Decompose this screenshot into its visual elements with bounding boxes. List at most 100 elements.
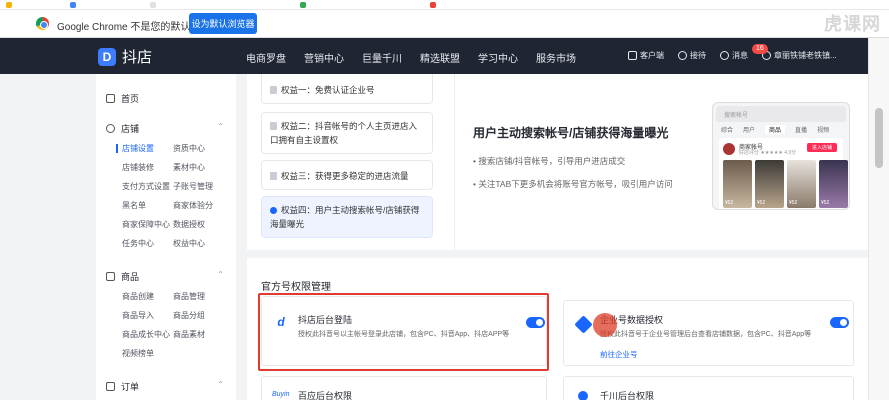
cursor-indicator — [593, 313, 617, 337]
product-price: ¥52 — [821, 200, 830, 206]
client-label: 客户端 — [640, 51, 664, 60]
default-browser-infobar: Google Chrome 不是您的默认浏览器 设为默认浏览器 — [0, 10, 889, 38]
sidebar-goods-label: 商品 — [121, 272, 140, 282]
product-image: ¥52 — [787, 160, 816, 208]
phone-tabs: 综合 用户 商品 直播 视频 — [713, 125, 849, 134]
product-images: ¥52 ¥52 ¥52 ¥52 — [723, 160, 848, 208]
go-enterprise-link[interactable]: 前往企业号 — [600, 349, 638, 360]
watermark-logo: 虎课网 — [824, 14, 881, 34]
buyin-logo-icon: Buyin — [272, 391, 290, 398]
nav-link-qianchuan[interactable]: 巨量千川 — [362, 50, 402, 65]
sidebar-item-goods-material[interactable]: 商品素材 — [173, 329, 205, 340]
feature-bullet: • 搜索店铺/抖音帐号，引导用户进店成交 — [473, 156, 626, 166]
phone-tab: 用户 — [743, 128, 756, 134]
sidebar-store-label: 店铺 — [121, 124, 140, 134]
sidebar-item-goods-create[interactable]: 商品创建 — [122, 291, 154, 302]
qianchuan-logo-icon — [578, 391, 588, 400]
phone-search-text: 搜索帐号 — [724, 113, 749, 119]
nav-link-compass[interactable]: 电商罗盘 — [246, 50, 286, 65]
nav-link-market[interactable]: 服务市场 — [536, 50, 576, 65]
phone-tab: 视频 — [817, 128, 830, 134]
shop-rating: 好店评分 ★★★★★ 4.9分 — [739, 150, 797, 156]
order-icon — [106, 382, 115, 391]
bookmark-icon[interactable] — [70, 2, 76, 8]
sidebar-goods[interactable]: 商品 — [106, 270, 139, 283]
account-name: 章丽铁铺老铁镇... — [774, 51, 837, 60]
user-icon — [270, 207, 277, 214]
sidebar-item-goods-group[interactable]: 商品分组 — [173, 310, 205, 321]
sidebar-item-tasks[interactable]: 任务中心 — [122, 238, 154, 249]
perm-desc: 授权此抖音号于企业号管理后台查看店铺数据，包含PC、抖音App等 — [600, 331, 812, 338]
feature-bullet: • 关注TAB下更多机会将账号官方帐号，吸引用户访问 — [473, 179, 673, 189]
bookmark-icon[interactable] — [150, 2, 156, 8]
sidebar-item-video-rank[interactable]: 视频榜单 — [122, 348, 154, 359]
nav-link-alliance[interactable]: 精选联盟 — [420, 50, 460, 65]
sidebar-item-goods-manage[interactable]: 商品管理 — [173, 291, 205, 302]
benefits-panel: 权益一：免费认证企业号 权益二：抖音帐号的个人主页进店入口拥有自主设置权 权益三… — [247, 74, 868, 250]
sidebar-item-decoration[interactable]: 店铺装修 — [122, 162, 154, 173]
sidebar-item-rights[interactable]: 权益中心 — [173, 238, 205, 249]
feature-title: 用户主动搜索帐号/店铺获得海量曝光 — [473, 126, 669, 140]
lock-icon — [270, 122, 277, 130]
messages[interactable]: 消息 — [720, 50, 748, 61]
benefit-label: 权益一：免费认证企业号 — [281, 85, 375, 95]
product-image: ¥52 — [819, 160, 848, 208]
sidebar-item-experience-score[interactable]: 商家体验分 — [173, 200, 213, 211]
sidebar-orders[interactable]: 订单 — [106, 380, 139, 393]
page-scrollbar[interactable] — [868, 38, 889, 400]
sidebar-store[interactable]: 店铺 — [106, 122, 139, 135]
chevron-up-icon[interactable]: ⌃ — [217, 380, 224, 389]
set-default-browser-button[interactable]: 设为默认浏览器 — [189, 13, 257, 34]
phone-tab-active: 商品 — [765, 125, 786, 134]
perm-card-buyin: Buyin 百应后台权限 — [261, 376, 547, 400]
sidebar-item-blacklist[interactable]: 黑名单 — [122, 200, 146, 211]
sidebar-item-materials[interactable]: 素材中心 — [173, 162, 205, 173]
sidebar-item-goods-growth[interactable]: 商品成长中心 — [122, 329, 170, 340]
sidebar-home[interactable]: 首页 — [106, 92, 139, 105]
phone-preview: 搜索帐号 综合 用户 商品 直播 视频 商家帐号 好店评分 ★★★★★ 4.9分… — [712, 102, 850, 210]
headset-icon — [678, 51, 687, 60]
scrollbar-thumb[interactable] — [875, 108, 883, 168]
product-price: ¥52 — [757, 200, 766, 206]
bookmarks-bar — [0, 0, 889, 10]
benefit-label: 权益四：用户主动搜索帐号/店铺获得海量曝光 — [270, 205, 420, 229]
client-download[interactable]: 客户端 — [628, 50, 664, 61]
top-navigation: D 抖店 电商罗盘 营销中心 巨量千川 精选联盟 学习中心 服务市场 客户端 接… — [0, 38, 868, 74]
perm-card-qianchuan: 千川后台权限 — [563, 376, 854, 400]
sidebar-home-label: 首页 — [121, 94, 140, 104]
phone-shop-card: 商家帐号 好店评分 ★★★★★ 4.9分 进入店铺 ¥52 ¥52 ¥52 ¥5… — [719, 138, 848, 209]
sidebar-item-goods-import[interactable]: 商品导入 — [122, 310, 154, 321]
brand[interactable]: D 抖店 — [98, 46, 152, 67]
chevron-up-icon[interactable]: ⌃ — [217, 122, 224, 131]
enterprise-gem-icon — [574, 315, 593, 334]
reception-label: 接待 — [690, 51, 706, 60]
bookmark-icon[interactable] — [430, 2, 436, 8]
feature-bullet-text: 搜索店铺/抖音帐号，引导用户进店成交 — [478, 156, 626, 166]
sidebar-item-subaccount[interactable]: 子账号管理 — [173, 181, 213, 192]
reception[interactable]: 接待 — [678, 50, 706, 61]
sidebar-item-qualification[interactable]: 资质中心 — [173, 143, 205, 154]
message-count-badge: 16 — [752, 44, 768, 54]
enterprise-data-toggle[interactable] — [830, 317, 849, 328]
divider — [454, 74, 455, 250]
bookmark-icon[interactable] — [300, 2, 306, 8]
account-menu[interactable]: 章丽铁铺老铁镇... — [762, 50, 837, 61]
perm-title: 百应后台权限 — [298, 391, 353, 400]
product-image: ¥52 — [723, 160, 752, 208]
phone-tab: 综合 — [721, 128, 734, 134]
benefit-card-1[interactable]: 权益一：免费认证企业号 — [261, 74, 433, 104]
perm-title: 千川后台权限 — [600, 391, 655, 400]
benefit-card-4[interactable]: 权益四：用户主动搜索帐号/店铺获得海量曝光 — [261, 196, 433, 238]
sidebar-item-payment[interactable]: 支付方式设置 — [122, 181, 170, 192]
sidebar-item-guarantee[interactable]: 商家保障中心 — [122, 219, 170, 230]
bookmark-icon[interactable] — [6, 2, 12, 8]
chevron-up-icon[interactable]: ⌃ — [217, 270, 224, 279]
nav-links: 电商罗盘 营销中心 巨量千川 精选联盟 学习中心 服务市场 — [246, 50, 576, 65]
sidebar-item-store-settings[interactable]: 店铺设置 — [122, 143, 154, 154]
benefit-card-2[interactable]: 权益二：抖音帐号的个人主页进店入口拥有自主设置权 — [261, 112, 433, 154]
sidebar-item-data-auth[interactable]: 数据授权 — [173, 219, 205, 230]
benefit-card-3[interactable]: 权益三：获得更多稳定的进店流量 — [261, 160, 433, 190]
messages-label: 消息 — [732, 51, 748, 60]
nav-link-learning[interactable]: 学习中心 — [478, 50, 518, 65]
nav-link-marketing[interactable]: 营销中心 — [304, 50, 344, 65]
